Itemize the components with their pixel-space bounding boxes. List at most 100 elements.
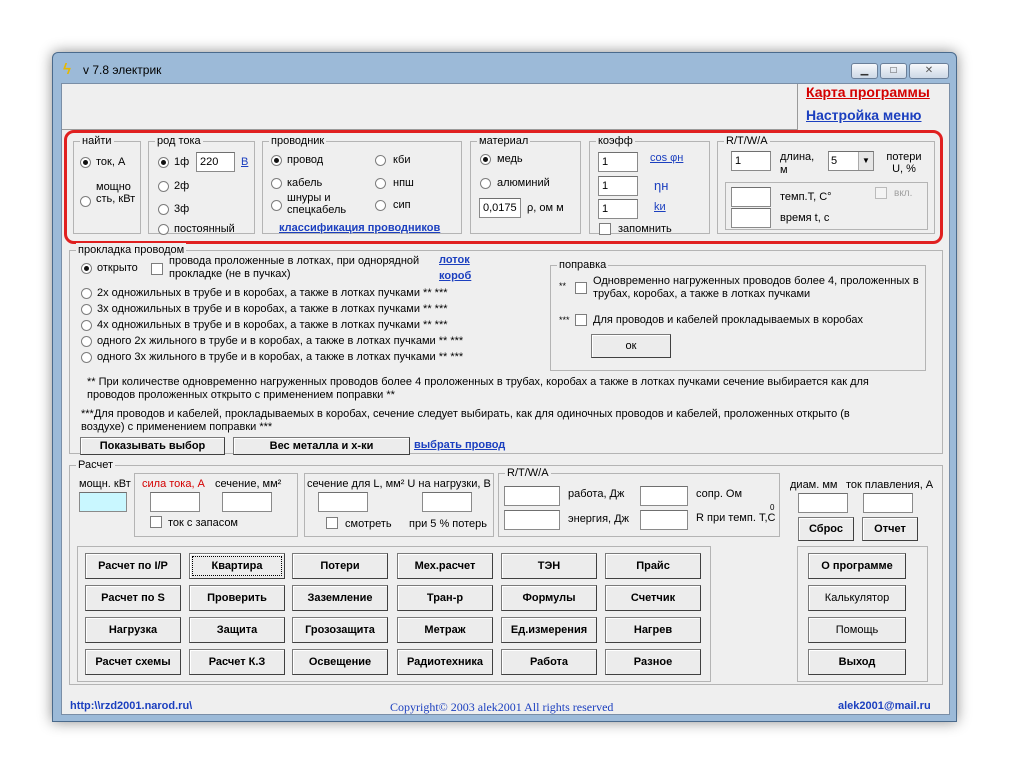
trays-label: провода проложенные в лотках, при одноря…	[169, 255, 420, 280]
grid-button[interactable]: Прайс	[605, 553, 701, 579]
close-button[interactable]: ✕	[909, 63, 949, 79]
metal-weight-button[interactable]: Вес металла и х-ки	[233, 437, 410, 455]
load-voltage-output[interactable]	[422, 492, 472, 512]
reserve-checkbox[interactable]	[150, 516, 162, 528]
watch-label: смотреть	[345, 518, 392, 530]
lotok-link[interactable]: лоток	[439, 254, 470, 266]
voltage-input[interactable]: 220	[196, 152, 235, 172]
r-temp-output[interactable]	[640, 510, 688, 530]
grid-button[interactable]: Расчет по I/P	[85, 553, 181, 579]
phase3-radio[interactable]	[158, 204, 169, 215]
phase2-radio[interactable]	[158, 181, 169, 192]
npsh-radio[interactable]	[375, 178, 386, 189]
menu-settings-link[interactable]: Настройка меню	[806, 107, 922, 123]
correction-checkbox-2[interactable]	[575, 314, 587, 326]
about-button[interactable]: О программе	[808, 553, 906, 579]
ok-button[interactable]: ок	[591, 334, 671, 358]
grid-button[interactable]: Работа	[501, 649, 597, 675]
laying-option-radio-2[interactable]	[81, 320, 92, 331]
enable-checkbox[interactable]	[875, 187, 887, 199]
temp-input[interactable]	[731, 187, 771, 207]
rho-input[interactable]: 0,0175	[479, 198, 521, 218]
grid-button[interactable]: ТЭН	[501, 553, 597, 579]
grid-button[interactable]: Метраж	[397, 617, 493, 643]
dc-radio[interactable]	[158, 224, 169, 235]
cos-link[interactable]: cos φн	[650, 152, 683, 164]
cable-radio[interactable]	[271, 178, 282, 189]
grid-button[interactable]: Радиотехника	[397, 649, 493, 675]
report-button[interactable]: Отчет	[862, 517, 918, 541]
wire-radio[interactable]	[271, 155, 282, 166]
laying-option-radio-1[interactable]	[81, 304, 92, 315]
k-link[interactable]: kи	[654, 201, 666, 213]
grid-button[interactable]: Ед.измерения	[501, 617, 597, 643]
energy-output[interactable]	[504, 510, 560, 530]
aluminum-radio[interactable]	[480, 178, 491, 189]
melt-output[interactable]	[863, 493, 913, 513]
laying-option-radio-3[interactable]	[81, 336, 92, 347]
grid-button[interactable]: Потери	[292, 553, 388, 579]
help-button[interactable]: Помощь	[808, 617, 906, 643]
minimize-button[interactable]: ▁	[851, 63, 878, 79]
resist-output[interactable]	[640, 486, 688, 506]
find-power-radio[interactable]	[80, 196, 91, 207]
work-output[interactable]	[504, 486, 560, 506]
email[interactable]: alek2001@mail.ru	[838, 700, 931, 713]
kbi-radio[interactable]	[375, 155, 386, 166]
k-input[interactable]: 1	[598, 199, 638, 219]
time-input[interactable]	[731, 208, 771, 228]
calculator-button[interactable]: Калькулятор	[808, 585, 906, 611]
grid-button[interactable]: Заземление	[292, 585, 388, 611]
grid-button[interactable]: Формулы	[501, 585, 597, 611]
section-output[interactable]	[222, 492, 272, 512]
watch-checkbox[interactable]	[326, 517, 338, 529]
copper-radio[interactable]	[480, 154, 491, 165]
voltage-link[interactable]: В	[241, 156, 248, 168]
grid-button[interactable]: Расчет по S	[85, 585, 181, 611]
sip-label: сип	[393, 199, 411, 211]
open-radio[interactable]	[81, 263, 92, 274]
choose-wire-link[interactable]: выбрать провод	[414, 439, 505, 451]
sip-radio[interactable]	[375, 200, 386, 211]
phase1-radio[interactable]	[158, 157, 169, 168]
grid-button[interactable]: Защита	[189, 617, 285, 643]
grid-button[interactable]: Грозозащита	[292, 617, 388, 643]
current-output[interactable]	[150, 492, 200, 512]
power-input[interactable]	[79, 492, 127, 512]
grid-button[interactable]: Счетчик	[605, 585, 701, 611]
trays-checkbox[interactable]	[151, 263, 163, 275]
laying-option-radio-0[interactable]	[81, 288, 92, 299]
grid-button[interactable]: Квартира	[189, 553, 285, 579]
grid-button[interactable]: Проверить	[189, 585, 285, 611]
reset-button[interactable]: Сброс	[798, 517, 854, 541]
loss-select[interactable]: 5 ▼	[828, 151, 874, 171]
find-current-radio[interactable]	[80, 157, 91, 168]
length-input[interactable]: 1	[731, 151, 771, 171]
grid-button[interactable]: Расчет схемы	[85, 649, 181, 675]
maximize-button[interactable]: □	[880, 63, 907, 79]
grid-button[interactable]: Разное	[605, 649, 701, 675]
grid-button[interactable]: Нагрузка	[85, 617, 181, 643]
grid-button[interactable]: Нагрев	[605, 617, 701, 643]
korob-link[interactable]: короб	[439, 270, 471, 282]
conductor-legend: проводник	[269, 134, 327, 148]
current-label: сила тока, А	[142, 478, 205, 490]
laying-group: прокладка проводом открыто провода проло…	[69, 243, 943, 455]
cords-radio[interactable]	[271, 200, 282, 211]
show-choice-button[interactable]: Показывать выбор	[80, 437, 225, 455]
laying-option-radio-4[interactable]	[81, 352, 92, 363]
section-l-output[interactable]	[318, 492, 368, 512]
cos-input[interactable]: 1	[598, 152, 638, 172]
diam-output[interactable]	[798, 493, 848, 513]
correction-checkbox-1[interactable]	[575, 282, 587, 294]
grid-button[interactable]: Освещение	[292, 649, 388, 675]
program-map-link[interactable]: Карта программы	[806, 84, 930, 100]
eta-input[interactable]: 1	[598, 176, 638, 196]
site-url[interactable]: http:\\rzd2001.narod.ru\	[70, 700, 192, 713]
grid-button[interactable]: Расчет К.З	[189, 649, 285, 675]
remember-checkbox[interactable]	[599, 223, 611, 235]
grid-button[interactable]: Мех.расчет	[397, 553, 493, 579]
exit-button[interactable]: Выход	[808, 649, 906, 675]
grid-button[interactable]: Тран-р	[397, 585, 493, 611]
classify-link[interactable]: классификация проводников	[279, 222, 440, 234]
